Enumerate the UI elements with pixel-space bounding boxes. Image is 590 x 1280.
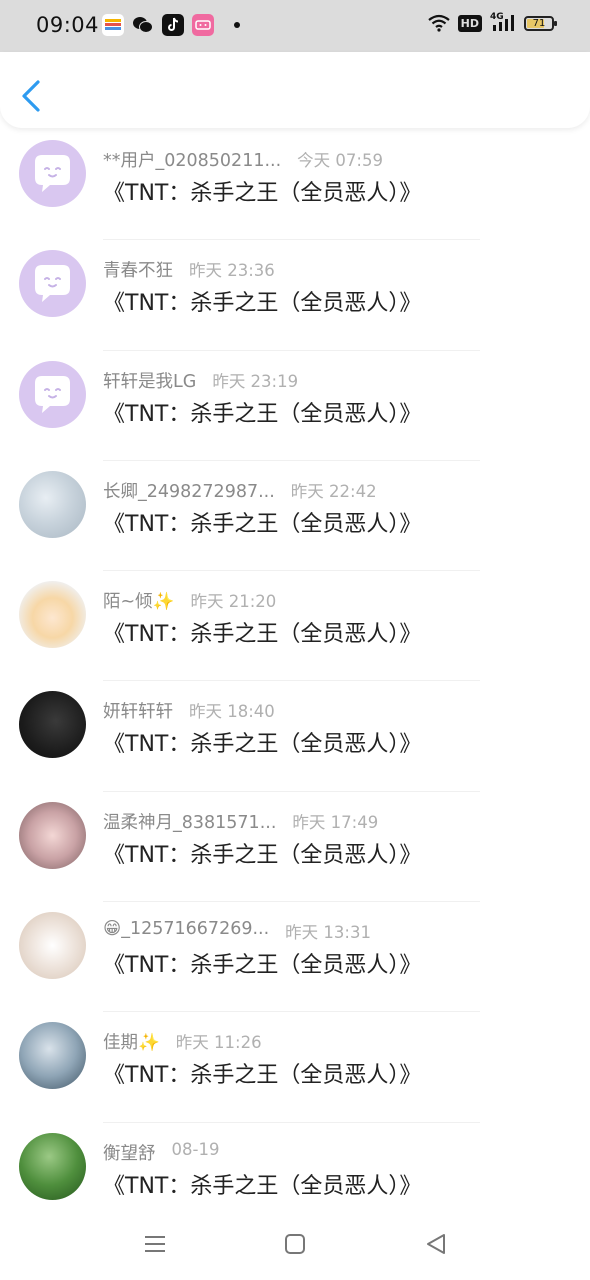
avatar[interactable] (19, 1132, 86, 1200)
sender-name: **用户_020850211... (103, 151, 282, 171)
sender-name: 陌~倾✨ (103, 592, 175, 613)
conversation-header: 😁_12571667269... 昨天 13:31 (103, 919, 371, 943)
conversation-item[interactable]: 温柔神月_8381571... 昨天 17:49 《TNT：杀手之王（全员恶人）》 (0, 792, 590, 903)
message-preview: 《TNT：杀手之王（全员恶人）》 (103, 1173, 422, 1199)
home-square-icon[interactable] (281, 1230, 309, 1258)
battery-icon: 71 (524, 15, 557, 31)
message-preview: 《TNT：杀手之王（全员恶人）》 (103, 953, 422, 979)
message-preview: 《TNT：杀手之王（全员恶人）》 (103, 622, 422, 648)
message-time: 昨天 23:36 (189, 261, 275, 281)
avatar[interactable] (19, 801, 86, 869)
chat-bubble-avatar-icon[interactable] (19, 250, 86, 318)
status-time: 09:04 (36, 13, 100, 37)
message-preview: 《TNT：杀手之王（全员恶人）》 (103, 401, 422, 427)
message-time: 昨天 17:49 (292, 812, 379, 832)
menu-icon[interactable] (141, 1230, 169, 1258)
message-preview: 《TNT：杀手之王（全员恶人）》 (103, 842, 422, 868)
message-preview: 《TNT：杀手之王（全员恶人）》 (103, 732, 422, 758)
conversation-header: 长卿_2498272987... 昨天 22:42 (103, 478, 377, 503)
conversation-header: 衡望舒 08-19 (103, 1140, 219, 1165)
message-time: 08-19 (171, 1139, 220, 1159)
wechat-icon (132, 14, 154, 36)
conversation-header: 陌~倾✨ 昨天 21:20 (103, 588, 276, 613)
conversation-item[interactable]: 青春不狂 昨天 23:36 《TNT：杀手之王（全员恶人）》 (0, 240, 590, 351)
sender-name: 佳期✨ (103, 1033, 160, 1054)
conversation-item[interactable]: 长卿_2498272987... 昨天 22:42 《TNT：杀手之王（全员恶人）》 (0, 461, 590, 572)
message-time: 今天 07:59 (297, 151, 383, 170)
avatar[interactable] (19, 691, 86, 759)
status-app-icons (102, 14, 240, 36)
conversation-header: 轩轩是我LG 昨天 23:19 (103, 368, 298, 393)
conversation-item[interactable]: 佳期✨ 昨天 11:26 《TNT：杀手之王（全员恶人）》 (0, 1012, 590, 1123)
conversation-item[interactable]: **用户_020850211... 今天 07:59 《TNT：杀手之王（全员恶人）… (0, 130, 590, 241)
sender-name: 衡望舒 (103, 1143, 156, 1164)
conversation-item[interactable]: 😁_12571667269... 昨天 13:31 《TNT：杀手之王（全员恶人）》 (0, 902, 590, 1013)
conversation-item[interactable]: 妍轩轩轩 昨天 18:40 《TNT：杀手之王（全员恶人）》 (0, 681, 590, 792)
status-indicators: HD 4G 71 (427, 12, 557, 32)
message-time: 昨天 13:31 (285, 923, 371, 943)
message-time: 昨天 23:19 (212, 371, 299, 391)
sender-name: 温柔神月_8381571... (103, 812, 277, 833)
conversation-header: 青春不狂 昨天 23:36 (103, 257, 275, 282)
battery-level: 71 (532, 17, 546, 29)
back-triangle-icon[interactable] (422, 1230, 450, 1258)
message-time: 昨天 21:20 (190, 592, 277, 612)
message-preview: 《TNT：杀手之王（全员恶人）》 (103, 511, 422, 537)
sender-name: 长卿_2498272987... (103, 481, 275, 502)
sender-name: 轩轩是我LG (103, 371, 197, 392)
conversation-item[interactable]: 轩轩是我LG 昨天 23:19 《TNT：杀手之王（全员恶人）》 (0, 351, 590, 461)
message-preview: 《TNT：杀手之王（全员恶人）》 (103, 1063, 422, 1089)
system-navigation-bar (0, 1210, 590, 1280)
conversation-header: 温柔神月_8381571... 昨天 17:49 (103, 809, 378, 834)
pink-app-icon (192, 14, 214, 36)
cellular-signal-icon: 4G (490, 12, 516, 32)
sender-name: 妍轩轩轩 (103, 702, 173, 723)
chevron-left-icon[interactable] (18, 78, 46, 114)
conversation-header: 佳期✨ 昨天 11:26 (103, 1029, 262, 1054)
hd-badge: HD (457, 14, 482, 32)
message-time: 昨天 18:40 (189, 702, 275, 722)
message-time: 昨天 22:42 (290, 481, 377, 501)
conversation-list: **用户_020850211... 今天 07:59 《TNT：杀手之王（全员恶人）… (0, 130, 590, 1233)
sender-name: 😁_12571667269... (103, 919, 270, 940)
conversation-header: **用户_020850211... 今天 07:59 (103, 147, 383, 172)
conversation-header: 妍轩轩轩 昨天 18:40 (103, 698, 275, 723)
sender-name: 青春不狂 (103, 261, 173, 282)
conversation-item[interactable]: 陌~倾✨ 昨天 21:20 《TNT：杀手之王（全员恶人）》 (0, 571, 590, 682)
avatar[interactable] (19, 912, 86, 980)
avatar[interactable] (19, 581, 86, 649)
wifi-icon (427, 14, 450, 32)
status-bar: 09:04 HD 4G 71 (0, 0, 590, 52)
app-notification-icon (102, 14, 124, 36)
avatar[interactable] (19, 470, 86, 538)
chat-bubble-avatar-icon[interactable] (19, 360, 86, 428)
tiktok-icon (162, 14, 184, 36)
message-preview: 《TNT：杀手之王（全员恶人）》 (103, 181, 422, 206)
message-preview: 《TNT：杀手之王（全员恶人）》 (103, 291, 422, 317)
top-navigation-bar (0, 52, 590, 128)
message-time: 昨天 11:26 (175, 1033, 262, 1053)
avatar[interactable] (19, 1022, 86, 1090)
chat-bubble-avatar-icon[interactable] (19, 140, 86, 207)
more-notifications-dot (234, 22, 240, 28)
